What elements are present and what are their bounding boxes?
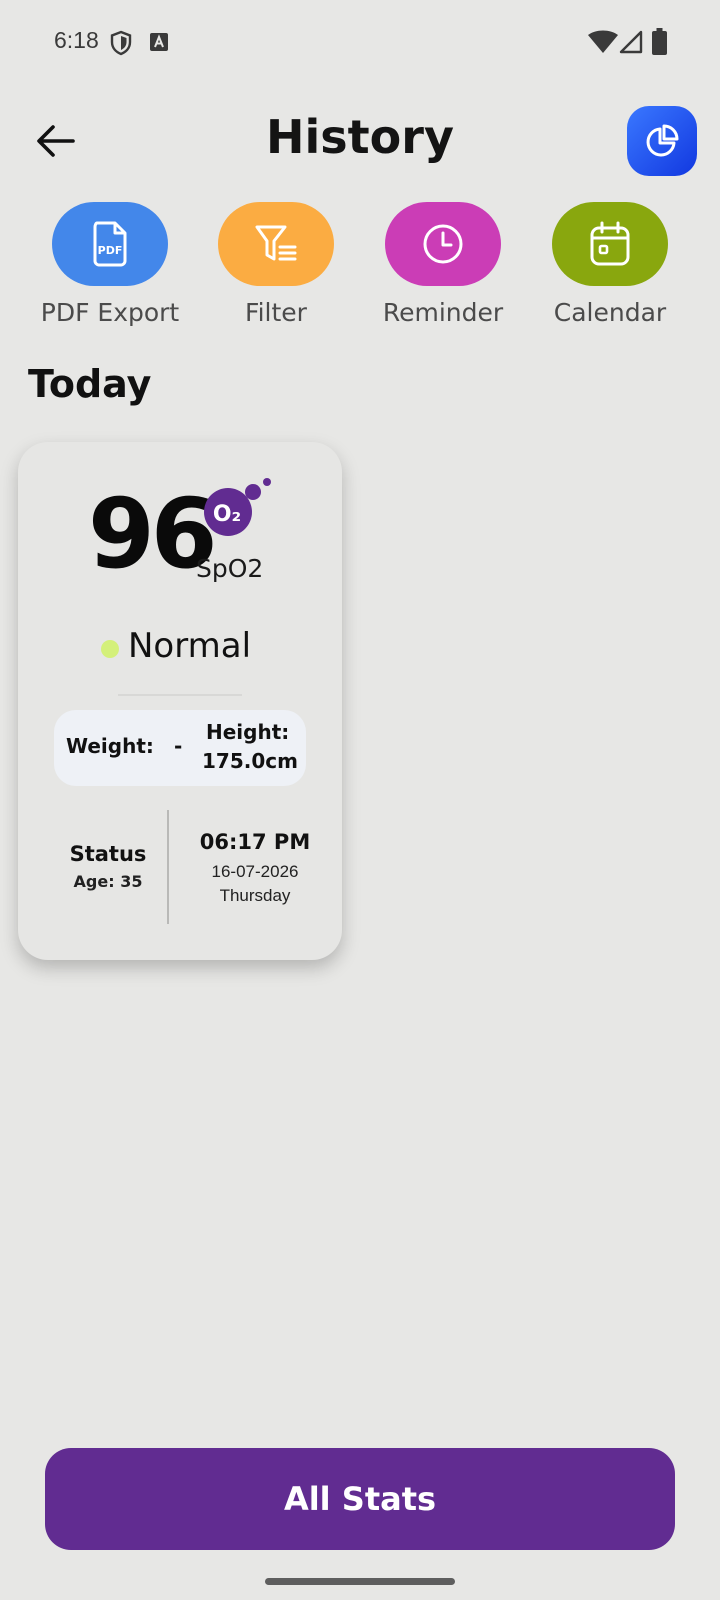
- record-day: Thursday: [219, 886, 291, 905]
- record-card[interactable]: 96 O₂ SpO2 Normal Weight: - Height: 175.…: [18, 442, 342, 960]
- pdf-export-action[interactable]: PDF PDF Export: [30, 202, 190, 332]
- unit-label: SpO2: [196, 554, 264, 583]
- calendar-button[interactable]: [552, 202, 668, 286]
- record-time: 06:17 PM: [199, 830, 311, 854]
- all-stats-button[interactable]: All Stats: [45, 1448, 675, 1550]
- pdf-export-button[interactable]: PDF: [52, 202, 168, 286]
- filter-button[interactable]: [218, 202, 334, 286]
- stats-chart-button[interactable]: [627, 106, 697, 176]
- calendar-label: Calendar: [553, 298, 667, 327]
- reminder-button[interactable]: [385, 202, 501, 286]
- wifi-icon: [588, 30, 618, 53]
- signal-icon: [619, 30, 643, 54]
- filter-action[interactable]: Filter: [196, 202, 356, 332]
- oxygen-badge-text: O₂: [213, 502, 241, 527]
- clock-icon: [423, 224, 463, 264]
- pie-chart-icon: [646, 124, 679, 157]
- height-value: 175.0cm: [202, 749, 298, 773]
- divider: [118, 694, 242, 696]
- reminder-action[interactable]: Reminder: [363, 202, 523, 332]
- oxygen-badge-icon: O₂: [204, 478, 271, 536]
- weight-value: -: [174, 734, 183, 758]
- weight-label: Weight:: [66, 734, 154, 758]
- filter-label: Filter: [245, 298, 307, 327]
- home-indicator[interactable]: [265, 1578, 455, 1585]
- height-label: Height:: [206, 720, 290, 744]
- shield-icon: [110, 30, 132, 56]
- reminder-label: Reminder: [382, 298, 504, 327]
- calendar-icon: [590, 221, 630, 266]
- svg-text:PDF: PDF: [98, 244, 123, 257]
- battery-icon: [652, 28, 667, 55]
- section-title-today: Today: [28, 362, 152, 406]
- status-title: Status: [69, 842, 147, 866]
- body-metrics-box: Weight: - Height: 175.0cm: [54, 710, 306, 786]
- pdf-file-icon: PDF: [93, 221, 127, 267]
- status-bar: 6:18: [0, 0, 720, 86]
- text-format-icon: [150, 33, 168, 51]
- calendar-action[interactable]: Calendar: [530, 202, 690, 332]
- status-time: 6:18: [54, 27, 99, 53]
- pdf-export-label: PDF Export: [40, 298, 180, 327]
- status-text: Normal: [128, 626, 252, 666]
- age-text: Age: 35: [73, 872, 143, 891]
- vertical-divider: [167, 810, 169, 924]
- page-title: History: [266, 110, 454, 164]
- record-date: 16-07-2026: [211, 862, 299, 881]
- spo2-value: 96: [88, 478, 218, 590]
- filter-list-icon: [255, 225, 297, 261]
- arrow-left-icon: [37, 125, 75, 157]
- status-dot: [101, 640, 119, 658]
- back-button[interactable]: [32, 118, 78, 164]
